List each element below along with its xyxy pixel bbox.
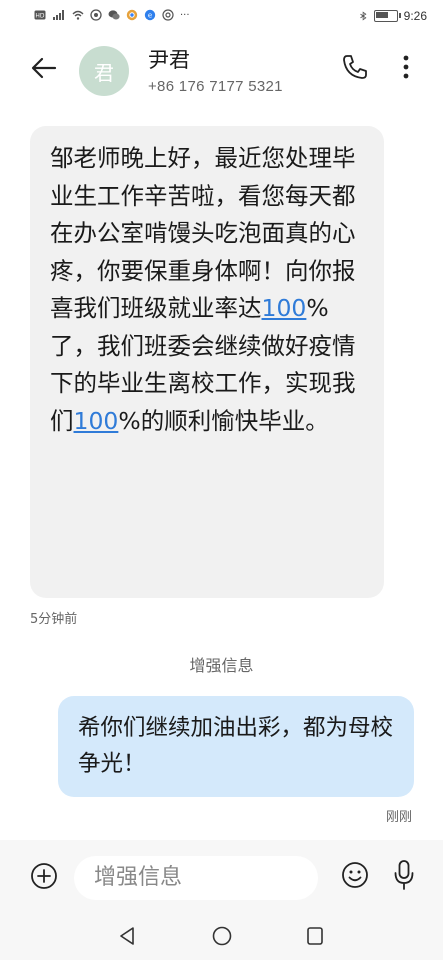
phone-call-icon[interactable]	[340, 52, 370, 82]
add-attachment-icon[interactable]	[28, 860, 60, 892]
app-icon	[90, 9, 102, 21]
wifi-icon	[72, 10, 84, 20]
browser-icon: e	[144, 9, 156, 21]
number-link[interactable]: 100	[74, 407, 119, 435]
chrome-icon	[126, 9, 138, 21]
number-link[interactable]: 100	[262, 294, 307, 322]
wechat-icon	[108, 10, 120, 20]
svg-text:e: e	[148, 12, 152, 20]
emoji-icon[interactable]	[340, 860, 370, 890]
system-nav-bar	[0, 916, 443, 960]
nav-home-icon[interactable]	[210, 924, 234, 948]
contact-name: 尹君	[148, 48, 190, 72]
hd-icon: HD	[34, 10, 46, 20]
status-bar: HD e ··· 9:26	[0, 0, 443, 32]
message-input[interactable]: 增强信息	[74, 856, 318, 900]
signal-icon	[53, 10, 64, 20]
back-arrow-icon[interactable]	[28, 52, 60, 84]
incoming-message-bubble[interactable]: 邹老师晚上好，最近您处理毕业生工作辛苦啦，看您每天都在办公室啃馒头吃泡面真的心疼…	[30, 126, 384, 598]
conversation-header: 君 尹君 +86 176 7177 5321	[0, 32, 443, 118]
avatar[interactable]: 君	[79, 46, 129, 96]
more-options-icon[interactable]	[394, 52, 418, 82]
outgoing-message-time: 刚刚	[385, 810, 412, 825]
status-time: 9:26	[403, 9, 427, 23]
svg-text:HD: HD	[35, 13, 45, 20]
nav-recent-apps-icon[interactable]	[304, 924, 326, 948]
enhanced-message-label: 增强信息	[189, 656, 254, 675]
message-text-segment: %的顺利愉快毕业。	[118, 406, 329, 435]
outgoing-message-text: 希你们继续加油出彩，都为母校争光！	[78, 715, 394, 777]
nav-back-icon[interactable]	[116, 924, 138, 948]
status-icons-right: 9:26	[359, 9, 427, 23]
outgoing-message-bubble[interactable]: 希你们继续加油出彩，都为母校争光！	[58, 696, 414, 797]
incoming-message-text: 邹老师晚上好，最近您处理毕业生工作辛苦啦，看您每天都在办公室啃馒头吃泡面真的心疼…	[50, 140, 366, 440]
avatar-initial: 君	[94, 60, 114, 85]
camera-icon	[162, 9, 174, 21]
message-composer: 增强信息	[0, 840, 443, 916]
incoming-message-time: 5分钟前	[30, 612, 78, 627]
status-more-dots: ···	[180, 9, 190, 21]
bluetooth-icon	[359, 11, 367, 21]
microphone-icon[interactable]	[392, 858, 416, 892]
contact-phone: +86 176 7177 5321	[148, 78, 283, 95]
status-icons-left: HD e ···	[34, 9, 190, 21]
battery-icon	[373, 10, 401, 22]
